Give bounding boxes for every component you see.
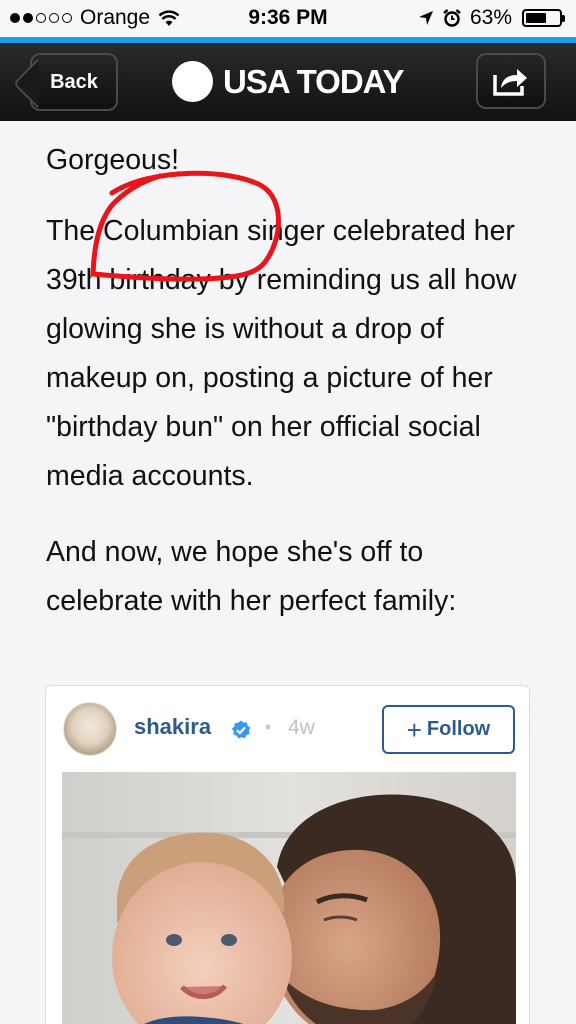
brand-logo: USA TODAY xyxy=(172,61,404,102)
status-bar: Orange 9:36 PM 63% xyxy=(0,0,576,37)
post-photo[interactable] xyxy=(62,772,516,1024)
username-link[interactable]: shakira xyxy=(134,714,211,740)
brand-dot-icon xyxy=(172,61,213,102)
verified-badge-icon xyxy=(231,720,251,739)
avatar[interactable] xyxy=(63,702,117,756)
article-paragraph: And now, we hope she's off to celebrate … xyxy=(46,536,457,617)
article-paragraph: The Columbian singer celebrated her 39th… xyxy=(46,215,517,492)
alarm-clock-icon xyxy=(443,9,461,27)
article-paragraph: Gorgeous! xyxy=(46,144,180,176)
plus-icon: + xyxy=(406,714,422,745)
location-arrow-icon xyxy=(418,11,433,25)
back-button[interactable]: Back xyxy=(30,53,118,111)
post-age: 4w xyxy=(288,716,315,739)
nav-bar: Back USA TODAY xyxy=(0,43,576,121)
share-icon xyxy=(493,69,527,96)
article-body: Gorgeous! The Columbian singer celebrate… xyxy=(46,136,546,653)
follow-button-label: Follow xyxy=(426,718,491,740)
photo-illustration xyxy=(62,772,516,1024)
battery-percent: 63% xyxy=(469,6,512,29)
instagram-embed: shakira • 4w + Follow xyxy=(45,685,530,1024)
back-button-label: Back xyxy=(50,70,98,93)
separator-dot: • xyxy=(265,717,272,737)
battery-fill xyxy=(526,13,547,23)
status-right: 63% xyxy=(418,6,565,30)
follow-button[interactable]: + Follow xyxy=(382,705,515,754)
battery-icon xyxy=(522,9,565,27)
share-button[interactable] xyxy=(476,53,546,109)
brand-name: USA TODAY xyxy=(223,62,404,100)
